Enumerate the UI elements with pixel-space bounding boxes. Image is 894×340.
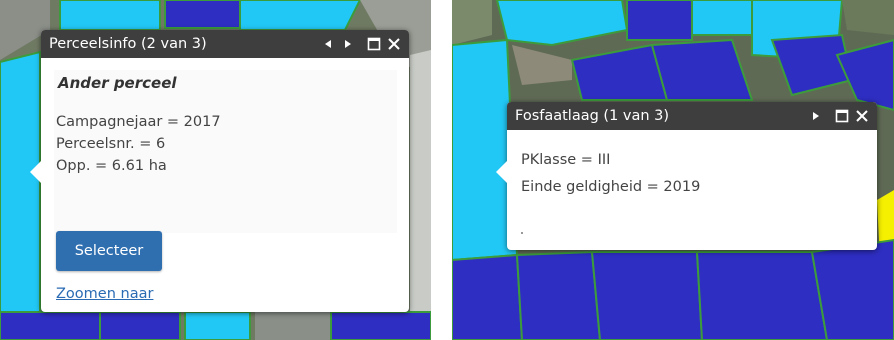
left-map-panel: Perceelsinfo (2 van 3) Ander perceel Cam… xyxy=(0,0,431,340)
maximize-icon[interactable] xyxy=(833,107,851,125)
parcel-heading: Ander perceel xyxy=(58,74,177,92)
popup-pointer xyxy=(30,161,41,183)
right-map-panel: Fosfaatlaag (1 van 3) PKlasse = III Eind… xyxy=(452,0,894,340)
fosfaatlaag-popup: Fosfaatlaag (1 van 3) PKlasse = III Eind… xyxy=(496,102,877,250)
popup-content: Ander perceel Campagnejaar = 2017 Percee… xyxy=(54,70,397,233)
popup-title: Perceelsinfo (2 van 3) xyxy=(49,36,207,52)
field-einde-geldigheid: Einde geldigheid = 2019 xyxy=(521,179,701,195)
field-pklasse: PKlasse = III xyxy=(521,152,611,168)
popup-titlebar: Fosfaatlaag (1 van 3) xyxy=(507,102,877,130)
field-campagnejaar: Campagnejaar = 2017 xyxy=(56,114,221,130)
popup-pointer xyxy=(496,161,507,183)
next-icon[interactable] xyxy=(339,35,357,53)
popup-titlebar: Perceelsinfo (2 van 3) xyxy=(41,30,409,58)
content-dot xyxy=(521,232,523,234)
select-button[interactable]: Selecteer xyxy=(56,231,162,271)
close-icon[interactable] xyxy=(853,107,871,125)
field-perceelsnr: Perceelsnr. = 6 xyxy=(56,136,166,152)
next-icon[interactable] xyxy=(807,107,825,125)
zoom-to-link[interactable]: Zoomen naar xyxy=(56,286,153,302)
close-icon[interactable] xyxy=(385,35,403,53)
popup-title: Fosfaatlaag (1 van 3) xyxy=(515,108,670,124)
perceelsinfo-popup: Perceelsinfo (2 van 3) Ander perceel Cam… xyxy=(30,30,409,312)
previous-icon[interactable] xyxy=(319,35,337,53)
maximize-icon[interactable] xyxy=(365,35,383,53)
field-oppervlakte: Opp. = 6.61 ha xyxy=(56,158,167,174)
